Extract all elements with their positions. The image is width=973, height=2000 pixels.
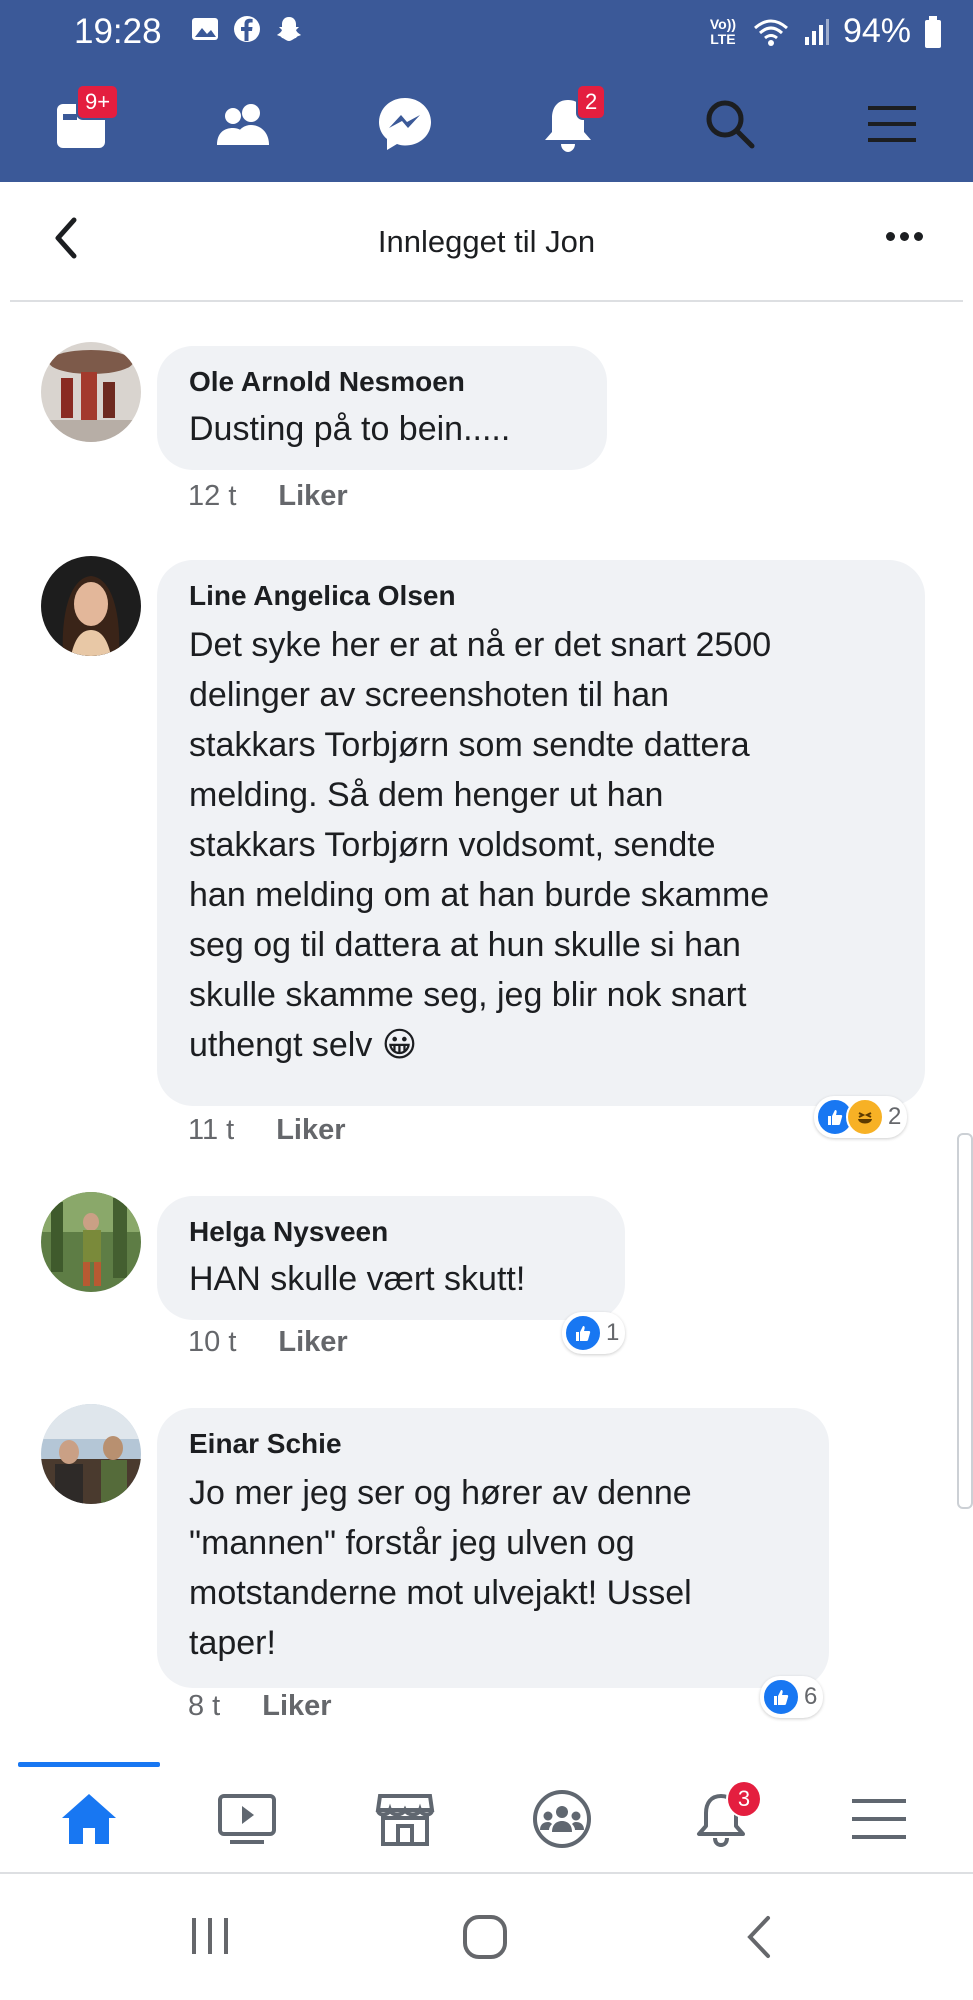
page-title: Innlegget til Jon — [377, 224, 596, 259]
bottom-tab-bar: 3 — [0, 1762, 973, 1874]
facebook-icon — [234, 16, 260, 42]
nav-notifications-button[interactable]: 2 — [528, 84, 608, 162]
signal-icon — [804, 18, 829, 45]
comment-bubble: Line Angelica Olsen Det syke her er at n… — [157, 560, 925, 1106]
comment-text: Dusting på to bein..... — [189, 410, 511, 448]
search-icon — [706, 100, 755, 149]
system-back-icon[interactable] — [744, 1914, 774, 1960]
status-system-icons: Vo)) LTE 94% — [707, 12, 943, 51]
reaction-count: 6 — [804, 1683, 818, 1710]
notifications-badge: 3 — [726, 1780, 762, 1818]
tab-marketplace[interactable] — [370, 1788, 440, 1850]
comment-time: 10 t — [188, 1326, 237, 1358]
watch-icon — [218, 1794, 276, 1844]
gallery-icon — [192, 18, 218, 40]
like-button[interactable]: Liker — [276, 1114, 345, 1147]
status-bar: 19:28 Vo)) LTE 94% — [0, 0, 973, 66]
post-header: Innlegget til Jon — [10, 182, 963, 302]
nav-menu-button[interactable] — [852, 86, 932, 162]
avatar-image — [41, 1404, 141, 1504]
comment-text: Jo mer jeg ser og hører av denne "mannen… — [189, 1474, 692, 1662]
comment-text: HAN skulle vært skutt! — [189, 1260, 526, 1298]
tab-watch[interactable] — [212, 1788, 282, 1850]
messenger-icon — [379, 98, 431, 150]
battery-icon — [925, 15, 941, 48]
groups-icon — [533, 1790, 591, 1848]
comment-time: 8 t — [188, 1690, 221, 1722]
home-circle-icon[interactable] — [462, 1914, 508, 1960]
comment-meta: 8 t Liker — [188, 1690, 332, 1723]
avatar[interactable] — [41, 1404, 141, 1504]
tab-groups[interactable] — [527, 1788, 597, 1850]
volte-indicator: Vo)) LTE — [709, 15, 737, 47]
like-button[interactable]: Liker — [278, 1326, 347, 1359]
like-reaction-icon — [564, 1314, 602, 1352]
reaction-summary[interactable]: 1 — [562, 1312, 626, 1354]
like-reaction-icon — [762, 1678, 800, 1716]
status-time: 19:28 — [74, 12, 162, 51]
avatar[interactable] — [41, 556, 141, 656]
avatar-image — [41, 1192, 141, 1292]
status-notification-icons — [190, 14, 304, 44]
haha-reaction-icon — [846, 1098, 884, 1136]
scrollbar[interactable] — [957, 1133, 973, 1509]
friends-icon — [217, 104, 269, 145]
nav-messenger-button[interactable] — [365, 86, 445, 162]
more-options-icon[interactable] — [886, 232, 923, 241]
battery-percent: 94% — [842, 12, 911, 50]
comment-meta: 10 t Liker — [188, 1326, 348, 1359]
commenter-name[interactable]: Line Angelica Olsen — [189, 578, 895, 614]
tab-home[interactable] — [54, 1788, 124, 1850]
commenter-name[interactable]: Ole Arnold Nesmoen — [189, 364, 577, 400]
nav-home-button[interactable]: 9+ — [42, 84, 122, 162]
reaction-count: 1 — [606, 1319, 620, 1346]
active-tab-indicator — [18, 1762, 160, 1767]
avatar[interactable] — [41, 1192, 141, 1292]
home-icon — [62, 1794, 116, 1844]
reaction-count: 2 — [888, 1103, 902, 1130]
comment-meta: 12 t Liker — [188, 480, 348, 513]
comment-bubble: Helga Nysveen HAN skulle vært skutt! — [157, 1196, 625, 1320]
nav-search-button[interactable] — [690, 86, 770, 162]
comment-time: 12 t — [188, 480, 237, 512]
like-button[interactable]: Liker — [278, 480, 347, 513]
comment-text: Det syke her er at nå er det snart 2500 … — [189, 626, 772, 1064]
commenter-name[interactable]: Helga Nysveen — [189, 1214, 595, 1250]
nav-friends-button[interactable] — [203, 86, 283, 162]
commenter-name[interactable]: Einar Schie — [189, 1426, 799, 1462]
avatar-image — [41, 342, 141, 442]
comment-meta: 11 t Liker — [188, 1114, 346, 1147]
top-navbar: 9+ 2 — [0, 66, 973, 182]
marketplace-icon — [375, 1794, 435, 1846]
system-navigation-bar — [0, 1874, 973, 2000]
wifi-icon — [753, 19, 788, 46]
home-badge: 9+ — [76, 84, 120, 120]
comment-bubble: Ole Arnold Nesmoen Dusting på to bein...… — [157, 346, 607, 470]
like-button[interactable]: Liker — [262, 1690, 331, 1723]
tab-notifications[interactable]: 3 — [686, 1780, 762, 1850]
reaction-summary[interactable]: 6 — [760, 1676, 824, 1718]
menu-icon — [868, 106, 916, 142]
avatar-image — [41, 556, 141, 656]
recent-apps-icon[interactable] — [188, 1916, 232, 1956]
comment-time: 11 t — [188, 1114, 235, 1146]
snapchat-icon — [277, 17, 301, 41]
notifications-badge: 2 — [576, 84, 607, 120]
reaction-summary[interactable]: 2 — [814, 1096, 908, 1138]
tab-menu[interactable] — [844, 1788, 914, 1850]
menu-icon — [852, 1799, 906, 1839]
comment-bubble: Einar Schie Jo mer jeg ser og hører av d… — [157, 1408, 829, 1688]
avatar[interactable] — [41, 342, 141, 442]
